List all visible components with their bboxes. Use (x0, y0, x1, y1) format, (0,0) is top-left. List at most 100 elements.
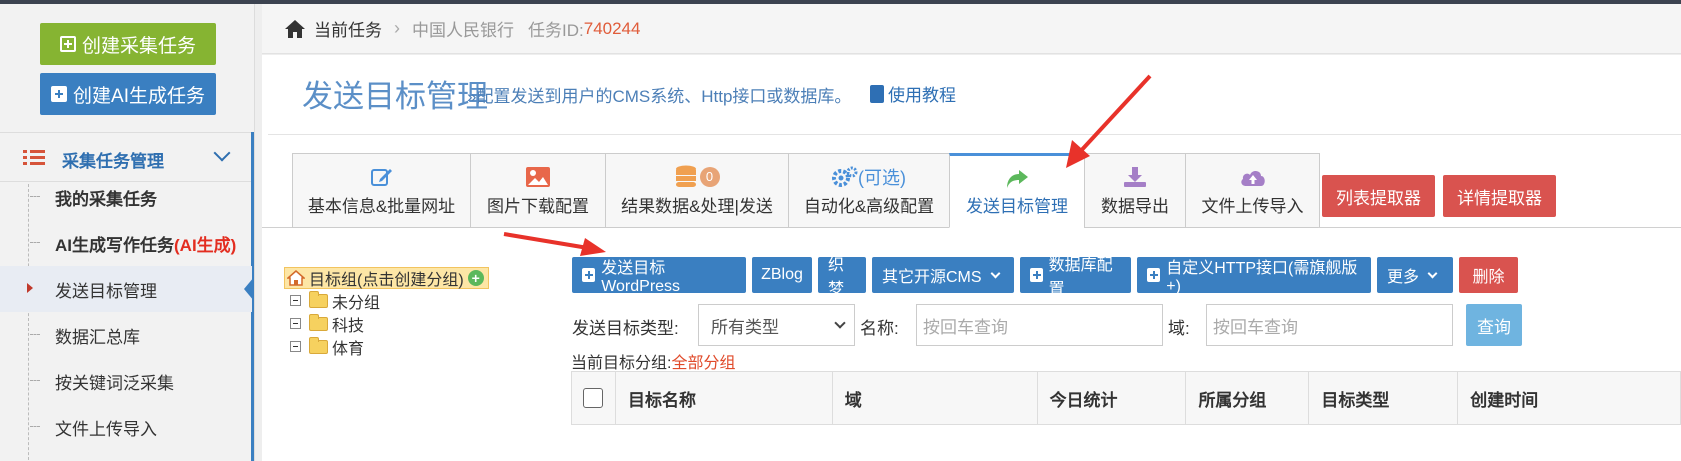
current-group-label: 当前目标分组: (571, 355, 672, 372)
image-icon (525, 164, 551, 190)
gears-icon: (可选) (832, 164, 906, 190)
collapse-icon[interactable] (290, 318, 301, 329)
zblog-button[interactable]: ZBlog (752, 257, 812, 293)
column-header[interactable]: 域 (833, 372, 1038, 424)
column-header[interactable]: 创建时间 (1458, 372, 1680, 424)
tab-label: 发送目标管理 (966, 197, 1068, 216)
tab-basic-info[interactable]: 基本信息&批量网址 (292, 153, 470, 228)
create-task-button[interactable]: 创建采集任务 (40, 23, 216, 65)
tab-optional-label: (可选) (858, 168, 906, 188)
column-header[interactable]: 目标名称 (616, 372, 833, 424)
edit-icon (370, 164, 394, 190)
target-group-tree: 目标组(点击创建分组) + 未分组 科技 体育 (284, 267, 489, 358)
book-icon (870, 84, 884, 103)
select-all-cell (572, 372, 616, 424)
column-header[interactable]: 目标类型 (1309, 372, 1459, 424)
tab-panel-border (262, 227, 292, 228)
sidebar-item-ai-writing[interactable]: AI生成写作任务 (AI生成) (0, 220, 252, 266)
sidebar-item-my-tasks[interactable]: 我的采集任务 (0, 174, 252, 220)
active-caret-icon (244, 277, 254, 301)
name-search-input[interactable]: 按回车查询 (916, 304, 1163, 346)
collapse-icon[interactable] (290, 341, 301, 352)
chevron-down-icon (990, 268, 1001, 278)
db-config-button[interactable]: 数据库配置 (1020, 257, 1131, 298)
tab-automation[interactable]: (可选) 自动化&高级配置 (788, 153, 949, 228)
house-icon (287, 270, 305, 286)
more-dropdown[interactable]: 更多 (1377, 257, 1453, 293)
chevron-down-icon (213, 144, 231, 162)
tab-label: 数据导出 (1101, 197, 1169, 216)
select-all-checkbox[interactable] (583, 388, 604, 408)
tab-bar: 基本信息&批量网址 图片下载配置 0 结果数据&处理|发送 (可选) 自动化&高… (292, 153, 1320, 228)
tab-label: 自动化&高级配置 (803, 197, 935, 216)
other-cms-dropdown[interactable]: 其它开源CMS (872, 257, 1014, 293)
ai-suffix: (AI生成) (174, 235, 237, 255)
home-icon[interactable] (284, 19, 306, 39)
tab-image-download[interactable]: 图片下载配置 (470, 153, 605, 228)
sidebar: 创建采集任务 创建AI生成任务 采集任务管理 我的采集任务 AI生成写作任务 (A… (0, 4, 255, 461)
table-header: 目标名称 域 今日统计 所属分组 目标类型 创建时间 (571, 371, 1681, 425)
breadcrumb-id-label: 任务ID: (528, 21, 584, 40)
tab-file-upload[interactable]: 文件上传导入 (1185, 153, 1320, 228)
tree-node[interactable]: 体育 (290, 335, 489, 358)
plus-square-icon (582, 268, 596, 282)
tree-node[interactable]: 科技 (290, 312, 489, 335)
target-type-label: 发送目标类型: (572, 319, 679, 338)
tutorial-link[interactable]: 使用教程 (870, 81, 956, 106)
detail-extractor-button[interactable]: 详情提取器 (1443, 175, 1556, 217)
button-label: 更多 (1387, 269, 1420, 286)
share-icon (1005, 166, 1029, 192)
plus-square-icon (1030, 268, 1043, 282)
add-group-icon[interactable]: + (467, 270, 484, 286)
header-divider (268, 134, 1681, 135)
button-label: 发送目标WordPress (601, 260, 681, 295)
tab-panel-border (1318, 227, 1681, 228)
select-value: 所有类型 (711, 317, 779, 337)
breadcrumb-current[interactable]: 当前任务 (314, 16, 382, 41)
add-wordpress-button[interactable]: 发送目标WordPress (572, 257, 746, 295)
name-label: 名称: (860, 319, 899, 338)
sidebar-item-label: 发送目标管理 (55, 281, 157, 301)
create-task-label: 创建采集任务 (81, 35, 196, 57)
folder-icon (309, 336, 328, 354)
create-ai-task-button[interactable]: 创建AI生成任务 (40, 73, 216, 115)
domain-label: 域: (1168, 319, 1190, 338)
tree-node[interactable]: 未分组 (290, 289, 489, 312)
annotation-arrow-icon (503, 232, 606, 256)
query-button[interactable]: 查询 (1466, 304, 1522, 346)
plus-square-icon (51, 86, 68, 102)
custom-http-button[interactable]: 自定义HTTP接口(需旗舰版+) (1137, 257, 1371, 295)
domain-search-input[interactable]: 按回车查询 (1206, 304, 1453, 346)
target-type-select[interactable]: 所有类型 (698, 304, 855, 346)
sidebar-item-send-targets[interactable]: 发送目标管理 (0, 266, 254, 312)
column-header[interactable]: 今日统计 (1038, 372, 1187, 424)
page-description: »配置发送到用户的CMS系统、Http接口或数据库。 (467, 87, 852, 106)
list-icon (23, 149, 45, 167)
current-group-value[interactable]: 全部分组 (671, 355, 735, 372)
tab-label: 文件上传导入 (1201, 197, 1304, 216)
sidebar-item-data-library[interactable]: 数据汇总库 (0, 312, 252, 358)
sidebar-item-label: 按关键词泛采集 (55, 373, 174, 393)
delete-button[interactable]: 删除 (1459, 257, 1518, 293)
collapse-icon[interactable] (290, 295, 301, 306)
chevron-right-icon: › (394, 18, 400, 38)
breadcrumb-id-value: 740244 (583, 18, 641, 38)
sidebar-item-label: 我的采集任务 (55, 189, 157, 209)
tree-node-label: 科技 (332, 317, 365, 335)
breadcrumb: 当前任务 › 中国人民银行 任务ID: 740244 (262, 4, 1681, 54)
create-ai-task-label: 创建AI生成任务 (73, 85, 205, 107)
tree-root[interactable]: 目标组(点击创建分组) + (284, 267, 489, 289)
target-toolbar: 发送目标WordPress ZBlog 织梦 其它开源CMS 数据库配置 自定义… (572, 257, 1518, 298)
column-header[interactable]: 所属分组 (1186, 372, 1310, 424)
tutorial-label: 使用教程 (888, 86, 956, 105)
sidebar-item-file-import[interactable]: 文件上传导入 (0, 404, 252, 450)
breadcrumb-task-name: 中国人民银行 (412, 21, 514, 40)
sidebar-item-label: 文件上传导入 (55, 419, 157, 439)
tab-badge: 0 (699, 167, 720, 187)
list-extractor-button[interactable]: 列表提取器 (1322, 175, 1435, 217)
tab-result-data[interactable]: 0 结果数据&处理|发送 (605, 153, 788, 228)
sidebar-item-label: 数据汇总库 (55, 327, 140, 347)
tab-label: 基本信息&批量网址 (307, 197, 456, 216)
sidebar-item-keyword-crawl[interactable]: 按关键词泛采集 (0, 358, 252, 404)
dede-button[interactable]: 织梦 (818, 257, 866, 298)
